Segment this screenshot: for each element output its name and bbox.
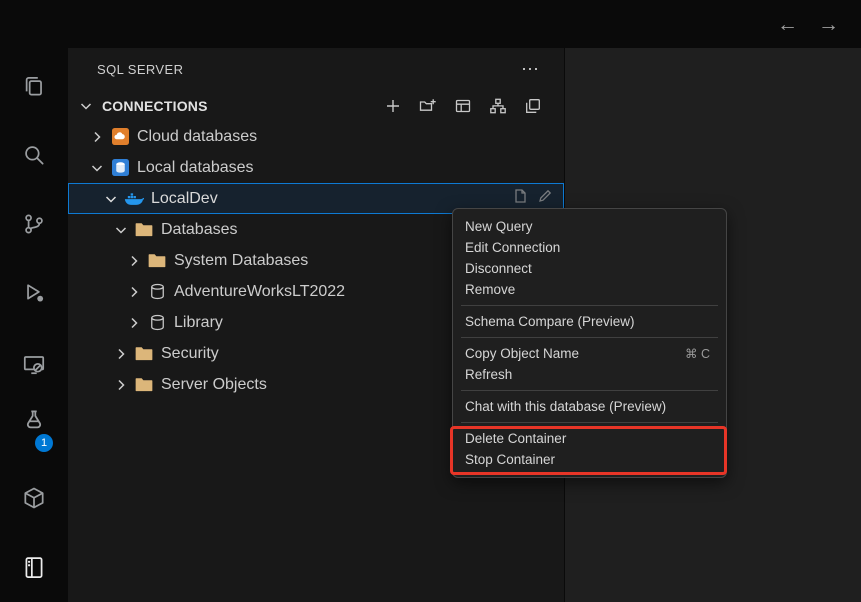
folder-icon — [134, 220, 154, 240]
forward-arrow-icon[interactable]: → — [818, 14, 839, 35]
menu-separator — [461, 305, 718, 306]
menu-separator — [461, 422, 718, 423]
menu-separator — [461, 337, 718, 338]
explorer-icon[interactable] — [18, 70, 50, 102]
add-connection-icon[interactable] — [383, 96, 402, 115]
menu-item-new-query[interactable]: New Query — [453, 216, 726, 237]
chevron-right-icon[interactable] — [125, 283, 143, 301]
chevron-right-icon[interactable] — [125, 314, 143, 332]
new-connection-group-icon[interactable] — [418, 96, 437, 115]
tree-item-label: Library — [174, 314, 223, 332]
menu-item-label: Chat with this database (Preview) — [465, 399, 666, 414]
folder-icon — [134, 344, 154, 364]
connections-section-header[interactable]: CONNECTIONS — [68, 90, 564, 121]
menu-item-label: Copy Object Name — [465, 346, 579, 361]
local-database-icon — [110, 158, 130, 178]
menu-item-disconnect[interactable]: Disconnect — [453, 258, 726, 279]
menu-item-stop-container[interactable]: Stop Container — [453, 449, 726, 470]
title-bar: ← → — [0, 0, 861, 48]
menu-item-label: Remove — [465, 282, 515, 297]
context-menu: New Query Edit Connection Disconnect Rem… — [452, 208, 727, 478]
docker-whale-icon — [124, 189, 144, 209]
testing-flask-icon[interactable] — [18, 404, 50, 436]
folder-icon — [134, 375, 154, 395]
menu-item-label: Schema Compare (Preview) — [465, 314, 635, 329]
notification-badge: 1 — [35, 434, 53, 452]
menu-item-shortcut: ⌘ C — [685, 346, 710, 361]
tree-item-label: System Databases — [174, 252, 308, 270]
cloud-database-icon — [110, 127, 130, 147]
panel-title: SQL SERVER — [97, 62, 183, 77]
menu-item-label: Refresh — [465, 367, 512, 382]
activity-bar: 1 — [0, 48, 68, 602]
menu-item-refresh[interactable]: Refresh — [453, 364, 726, 385]
menu-item-delete-container[interactable]: Delete Container — [453, 428, 726, 449]
panel-header: SQL SERVER ⋯ — [68, 48, 564, 90]
tree-item-label: Security — [161, 345, 219, 363]
hierarchy-icon[interactable] — [488, 96, 507, 115]
table-icon[interactable] — [453, 96, 472, 115]
chevron-down-icon[interactable] — [112, 221, 130, 239]
tree-item-label: Local databases — [137, 159, 254, 177]
sql-server-icon[interactable] — [18, 551, 50, 583]
remote-monitor-icon[interactable] — [18, 348, 50, 380]
menu-item-label: Edit Connection — [465, 240, 560, 255]
edit-connection-inline-icon[interactable] — [537, 188, 553, 209]
tree-item-label: LocalDev — [151, 190, 218, 208]
source-control-icon[interactable] — [18, 208, 50, 240]
back-arrow-icon[interactable]: ← — [777, 14, 798, 35]
collapse-all-icon[interactable] — [523, 96, 542, 115]
menu-separator — [461, 390, 718, 391]
tree-item-local-databases[interactable]: Local databases — [68, 152, 564, 183]
menu-item-chat-with-database[interactable]: Chat with this database (Preview) — [453, 396, 726, 417]
tree-item-label: Server Objects — [161, 376, 267, 394]
menu-item-label: Delete Container — [465, 431, 566, 446]
tree-item-label: AdventureWorksLT2022 — [174, 283, 345, 301]
database-icon — [147, 313, 167, 333]
menu-item-edit-connection[interactable]: Edit Connection — [453, 237, 726, 258]
more-actions-icon[interactable]: ⋯ — [521, 64, 539, 74]
menu-item-remove[interactable]: Remove — [453, 279, 726, 300]
chevron-down-icon[interactable] — [102, 190, 120, 208]
search-icon[interactable] — [18, 139, 50, 171]
menu-item-label: Disconnect — [465, 261, 532, 276]
new-query-inline-icon[interactable] — [512, 188, 528, 209]
menu-item-schema-compare[interactable]: Schema Compare (Preview) — [453, 311, 726, 332]
chevron-right-icon[interactable] — [112, 345, 130, 363]
tree-item-label: Databases — [161, 221, 238, 239]
connections-toolbar — [383, 96, 542, 115]
chevron-right-icon[interactable] — [112, 376, 130, 394]
chevron-right-icon[interactable] — [125, 252, 143, 270]
run-debug-icon[interactable] — [18, 277, 50, 309]
vscode-window: ← → 1 SQL SERVER ⋯ — [0, 0, 861, 602]
chevron-down-icon[interactable] — [88, 159, 106, 177]
database-icon — [147, 282, 167, 302]
chevron-right-icon[interactable] — [88, 128, 106, 146]
tree-item-label: Cloud databases — [137, 128, 257, 146]
chevron-down-icon[interactable] — [77, 97, 95, 115]
tree-item-cloud-databases[interactable]: Cloud databases — [68, 121, 564, 152]
menu-item-label: New Query — [465, 219, 533, 234]
connections-label: CONNECTIONS — [102, 98, 208, 114]
docker-containers-icon[interactable] — [18, 482, 50, 514]
folder-icon — [147, 251, 167, 271]
menu-item-copy-object-name[interactable]: Copy Object Name ⌘ C — [453, 343, 726, 364]
menu-item-label: Stop Container — [465, 452, 555, 467]
